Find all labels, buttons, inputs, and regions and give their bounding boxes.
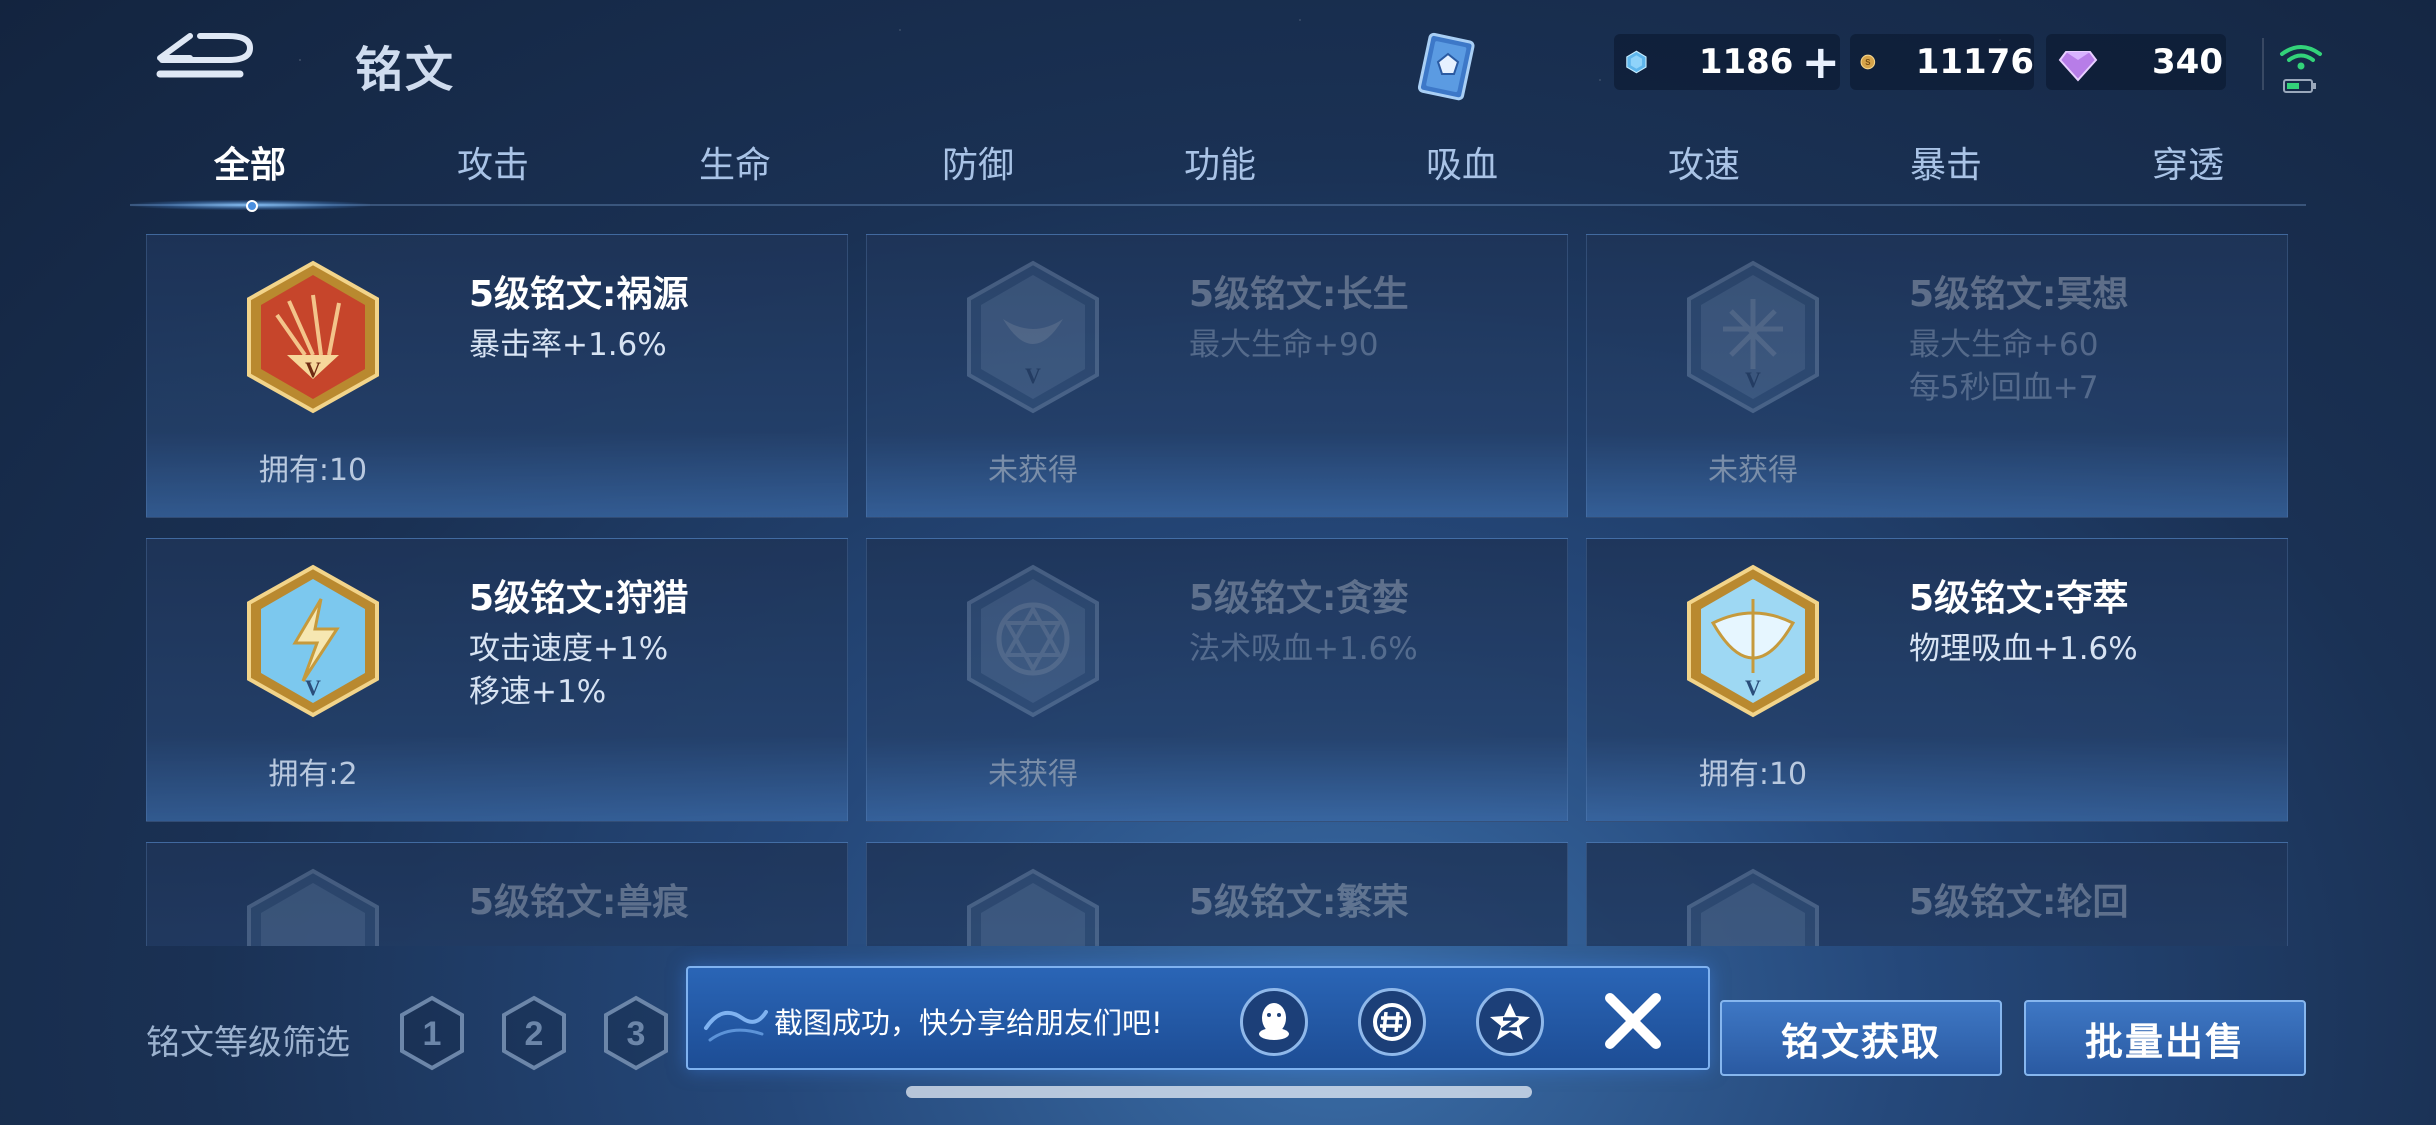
owned-count: 未获得: [988, 453, 1078, 488]
inscription-name: 5级铭文:狩猎: [469, 578, 689, 619]
duocui-icon: V: [1687, 564, 1819, 718]
inscription-stat: 最大生命+60: [1909, 327, 2099, 363]
inscription-stat: 最大生命+90: [1189, 327, 1379, 363]
owned-count: 未获得: [1708, 453, 1798, 488]
inscription-name: 5级铭文:轮回: [1909, 882, 2129, 923]
inscription-name: 5级铭文:繁荣: [1189, 882, 1409, 923]
screenshot-share-toast: 截图成功，快分享给朋友们吧!: [686, 966, 1710, 1070]
level-label: 3: [627, 1015, 646, 1053]
fanrong-icon: [967, 868, 1099, 946]
wifi-battery-icon: [2280, 45, 2322, 93]
svg-text:V: V: [1745, 675, 1761, 700]
inscription-card-fanrong[interactable]: 5级铭文:繁荣: [866, 842, 1568, 946]
inscription-name: 5级铭文:长生: [1189, 274, 1409, 315]
share-qq-button[interactable]: [1240, 988, 1308, 1056]
inscription-stat: 每5秒回血+7: [1909, 370, 2099, 406]
level-label: 1: [423, 1015, 442, 1053]
qzone-icon: [1490, 1003, 1530, 1040]
gem-balance: 340: [2046, 34, 2226, 90]
gem-value: 340: [2152, 42, 2223, 82]
tab-penetration[interactable]: 穿透: [2108, 136, 2268, 188]
owned-count: 未获得: [988, 757, 1078, 792]
share-moments-button[interactable]: [1358, 988, 1426, 1056]
gold-value: 11176: [1915, 42, 2034, 82]
inscription-stat: 法术吸血+1.6%: [1189, 631, 1418, 667]
wechat-moments-icon: [1373, 1003, 1411, 1041]
tab-utility[interactable]: 功能: [1140, 136, 1300, 188]
level-filter-label: 铭文等级筛选: [146, 1023, 350, 1063]
tab-lifesteal[interactable]: 吸血: [1382, 136, 1542, 188]
shoulie-icon: V: [247, 564, 379, 718]
inscription-name: 5级铭文:夺萃: [1909, 578, 2129, 619]
inscription-name: 5级铭文:祸源: [469, 274, 689, 315]
gold-balance: S 11176: [1850, 34, 2034, 90]
inscription-card-shouhen[interactable]: 5级铭文:兽痕: [146, 842, 848, 946]
close-icon[interactable]: [1598, 986, 1668, 1056]
mingxiang-icon: V: [1687, 260, 1819, 414]
toast-message: 截图成功，快分享给朋友们吧!: [774, 1006, 1163, 1040]
tab-health[interactable]: 生命: [655, 136, 815, 188]
tab-attack[interactable]: 攻击: [413, 136, 573, 188]
svg-text:V: V: [305, 357, 321, 382]
tanlan-icon: [967, 564, 1099, 718]
inscription-name: 5级铭文:贪婪: [1189, 578, 1409, 619]
qq-icon: [1259, 1003, 1289, 1040]
tab-all[interactable]: 全部: [170, 136, 330, 188]
changsheng-icon: V: [967, 260, 1099, 414]
home-indicator[interactable]: [906, 1086, 1532, 1098]
diamond-icon: [1626, 50, 1647, 74]
purple-gem-icon: [2058, 51, 2098, 82]
inscription-card-duocui[interactable]: V 5级铭文:夺萃 物理吸血+1.6% 拥有:10: [1586, 538, 2288, 822]
inscription-stat: 暴击率+1.6%: [469, 327, 667, 363]
inscription-name: 5级铭文:冥想: [1909, 274, 2129, 315]
shouhen-icon: [247, 868, 379, 946]
owned-count: 拥有:2: [268, 757, 358, 792]
svg-text:V: V: [1745, 367, 1761, 392]
svg-text:V: V: [305, 675, 321, 700]
gold-coin-icon: S: [1860, 54, 1876, 70]
inscription-grid: V 5级铭文:祸源 暴击率+1.6% 拥有:10 V 5级铭文:长生 最大生命+…: [146, 234, 2288, 946]
share-qzone-button[interactable]: [1476, 988, 1544, 1056]
inscription-card-mingxiang[interactable]: V 5级铭文:冥想 最大生命+60 每5秒回血+7 未获得: [1586, 234, 2288, 518]
inscription-card-huoyuan[interactable]: V 5级铭文:祸源 暴击率+1.6% 拥有:10: [146, 234, 848, 518]
owned-count: 拥有:10: [258, 453, 368, 488]
owned-count: 拥有:10: [1698, 757, 1808, 792]
inscription-name: 5级铭文:兽痕: [469, 882, 689, 923]
back-arrow-icon[interactable]: [150, 28, 260, 90]
level-filter-3[interactable]: 3: [602, 995, 670, 1071]
inscription-card-tanlan[interactable]: 5级铭文:贪婪 法术吸血+1.6% 未获得: [866, 538, 1568, 822]
lunhui-icon: [1687, 868, 1819, 946]
diamond-balance: 1186 +: [1614, 34, 1840, 90]
tab-underline: [130, 204, 2306, 206]
inscription-card-changsheng[interactable]: V 5级铭文:长生 最大生命+90 未获得: [866, 234, 1568, 518]
diamond-value: 1186: [1698, 42, 1794, 82]
inscription-stat: 物理吸血+1.6%: [1909, 631, 2138, 667]
inscription-card-shoulie[interactable]: V 5级铭文:狩猎 攻击速度+1% 移速+1% 拥有:2: [146, 538, 848, 822]
tab-defense[interactable]: 防御: [898, 136, 1058, 188]
obtain-inscription-button[interactable]: 铭文获取: [1720, 1000, 2002, 1076]
page-title: 铭文: [355, 42, 456, 98]
level-filter-2[interactable]: 2: [500, 995, 568, 1071]
inscription-book-icon[interactable]: [1408, 28, 1488, 108]
inscription-card-lunhui[interactable]: 5级铭文:轮回: [1586, 842, 2288, 946]
level-filter-1[interactable]: 1: [398, 995, 466, 1071]
add-currency-button[interactable]: +: [1801, 39, 1840, 85]
bulk-sell-button[interactable]: 批量出售: [2024, 1000, 2306, 1076]
tab-attack-speed[interactable]: 攻速: [1624, 136, 1784, 188]
huoyuan-icon: V: [247, 260, 379, 414]
tab-crit[interactable]: 暴击: [1866, 136, 2026, 188]
svg-text:S: S: [1865, 58, 1870, 67]
active-tab-dot: [246, 200, 258, 212]
divider: [2262, 38, 2264, 90]
inscription-stat: 攻击速度+1%: [469, 631, 669, 667]
swirl-decoration-icon: [704, 1010, 768, 1042]
level-label: 2: [525, 1015, 544, 1053]
svg-text:V: V: [1025, 363, 1041, 388]
inscription-stat: 移速+1%: [469, 674, 607, 710]
category-tabs: 全部 攻击 生命 防御 功能 吸血 攻速 暴击 穿透: [130, 130, 2306, 212]
